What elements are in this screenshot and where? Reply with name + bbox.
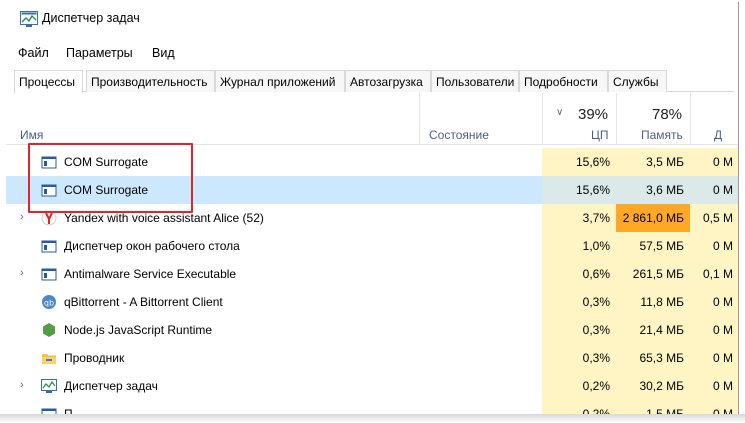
process-name: Диспетчер окон рабочего стола (64, 239, 240, 253)
title-bar[interactable]: Диспетчер задач (6, 2, 738, 38)
process-row[interactable]: › Antimalware Service Executable 0,6% 26… (6, 260, 738, 288)
disk-value: 0 М (690, 316, 738, 344)
cpu-value: 0,6% (542, 260, 616, 288)
process-row[interactable]: COM Surrogate 15,6% 3,5 МБ 0 М (6, 148, 738, 176)
process-name: Yandex with voice assistant Alice (52) (64, 211, 264, 225)
sort-descending-icon: ∨ (556, 107, 564, 118)
process-row[interactable]: qb qBittorrent - A Bittorrent Client 0,3… (6, 288, 738, 316)
column-divider[interactable] (616, 93, 617, 145)
menu-view[interactable]: Вид (152, 46, 175, 60)
memory-value: 57,5 МБ (616, 232, 690, 260)
tab-bar: Процессы Производительность Журнал прило… (14, 70, 734, 93)
generic-window-icon (41, 184, 57, 197)
tab-users[interactable]: Пользователи (431, 70, 519, 92)
tab-processes[interactable]: Процессы (14, 70, 83, 93)
column-divider[interactable] (542, 93, 543, 145)
column-status[interactable]: Состояние (429, 128, 489, 142)
process-name: Antimalware Service Executable (64, 267, 237, 281)
cpu-value: 0,2% (542, 400, 616, 414)
column-name[interactable]: Имя (20, 128, 43, 142)
generic-window-icon (41, 156, 57, 169)
memory-value: 30,2 МБ (616, 372, 690, 400)
process-row[interactable]: COM Surrogate 15,6% 3,6 МБ 0 М (6, 176, 738, 204)
process-row[interactable]: Диспетчер окон рабочего стола 1,0% 57,5 … (6, 232, 738, 260)
task-manager-window: Диспетчер задач Файл Параметры Вид Проце… (6, 2, 739, 415)
cpu-value: 15,6% (542, 148, 616, 176)
qbittorrent-icon: qb (42, 295, 56, 309)
cpu-value: 15,6% (542, 176, 616, 204)
screenshot-edge-shadow (0, 414, 745, 423)
column-cpu[interactable]: ЦП (591, 128, 609, 142)
process-row[interactable]: П 0,2% 1,5 МБ 0 М (6, 400, 738, 414)
cpu-value: 0,2% (542, 372, 616, 400)
menu-file[interactable]: Файл (18, 46, 49, 60)
menu-options[interactable]: Параметры (66, 46, 133, 60)
memory-value: 21,4 МБ (616, 316, 690, 344)
cpu-value: 0,3% (542, 316, 616, 344)
process-name: Проводник (64, 351, 125, 365)
nodejs-icon (43, 323, 55, 337)
expand-chevron-icon[interactable]: › (20, 379, 24, 391)
expand-chevron-icon[interactable]: › (20, 267, 24, 279)
disk-value: 0 М (690, 400, 738, 414)
disk-value: 0 М (690, 148, 738, 176)
column-disk[interactable]: Д (714, 128, 722, 142)
svg-text:qb: qb (44, 299, 54, 308)
memory-value: 1,5 МБ (616, 400, 690, 414)
expand-chevron-icon[interactable]: › (20, 211, 24, 223)
memory-value: 3,5 МБ (616, 148, 690, 176)
cpu-value: 0,3% (542, 344, 616, 372)
folder-icon (42, 354, 56, 364)
memory-value: 3,6 МБ (616, 176, 690, 204)
memory-value: 11,8 МБ (616, 288, 690, 316)
cpu-value: 0,3% (542, 288, 616, 316)
tab-services[interactable]: Службы (608, 70, 667, 92)
process-name: Node.js JavaScript Runtime (64, 323, 213, 337)
column-header: Имя Состояние ∨ 39% ЦП 78% Память Д (6, 93, 738, 145)
process-row[interactable]: Node.js JavaScript Runtime 0,3% 21,4 МБ … (6, 316, 738, 344)
task-manager-icon (41, 379, 57, 393)
disk-value: 0 М (690, 232, 738, 260)
disk-value: 0 М (690, 288, 738, 316)
process-name: COM Surrogate (64, 155, 149, 169)
menu-bar: Файл Параметры Вид (6, 46, 738, 66)
disk-value: 0,5 М (690, 204, 738, 232)
disk-value: 0 М (690, 372, 738, 400)
column-divider[interactable] (419, 93, 420, 145)
process-name: qBittorrent - A Bittorrent Client (64, 295, 223, 309)
disk-value: 0 М (690, 176, 738, 204)
tab-app-history[interactable]: Журнал приложений (215, 70, 345, 92)
window-title: Диспетчер задач (42, 11, 140, 25)
generic-window-icon (41, 268, 57, 281)
tab-startup[interactable]: Автозагрузка (345, 70, 431, 92)
memory-value: 261,5 МБ (616, 260, 690, 288)
cpu-value: 1,0% (542, 232, 616, 260)
process-row[interactable]: Проводник 0,3% 65,3 МБ 0 М (6, 344, 738, 372)
column-memory[interactable]: Память (641, 128, 683, 142)
memory-value: 65,3 МБ (616, 344, 690, 372)
generic-window-icon (41, 240, 57, 253)
task-manager-icon (20, 11, 38, 27)
tab-details[interactable]: Подробности (519, 70, 608, 92)
process-name: Диспетчер задач (64, 379, 158, 393)
process-row[interactable]: › Yandex with voice assistant Alice (52)… (6, 204, 738, 232)
disk-value: 0,1 М (690, 260, 738, 288)
memory-total-percent: 78% (652, 106, 683, 123)
process-name: COM Surrogate (64, 183, 149, 197)
disk-value: 0 М (690, 344, 738, 372)
tab-performance[interactable]: Производительность (86, 70, 215, 92)
cpu-value: 3,7% (542, 204, 616, 232)
process-row[interactable]: › Диспетчер задач 0,2% 30,2 МБ 0 М (6, 372, 738, 400)
yandex-browser-icon (41, 210, 57, 226)
column-divider[interactable] (690, 93, 691, 145)
cpu-total-percent: 39% (578, 106, 609, 123)
memory-value: 2 861,0 МБ (616, 204, 690, 232)
